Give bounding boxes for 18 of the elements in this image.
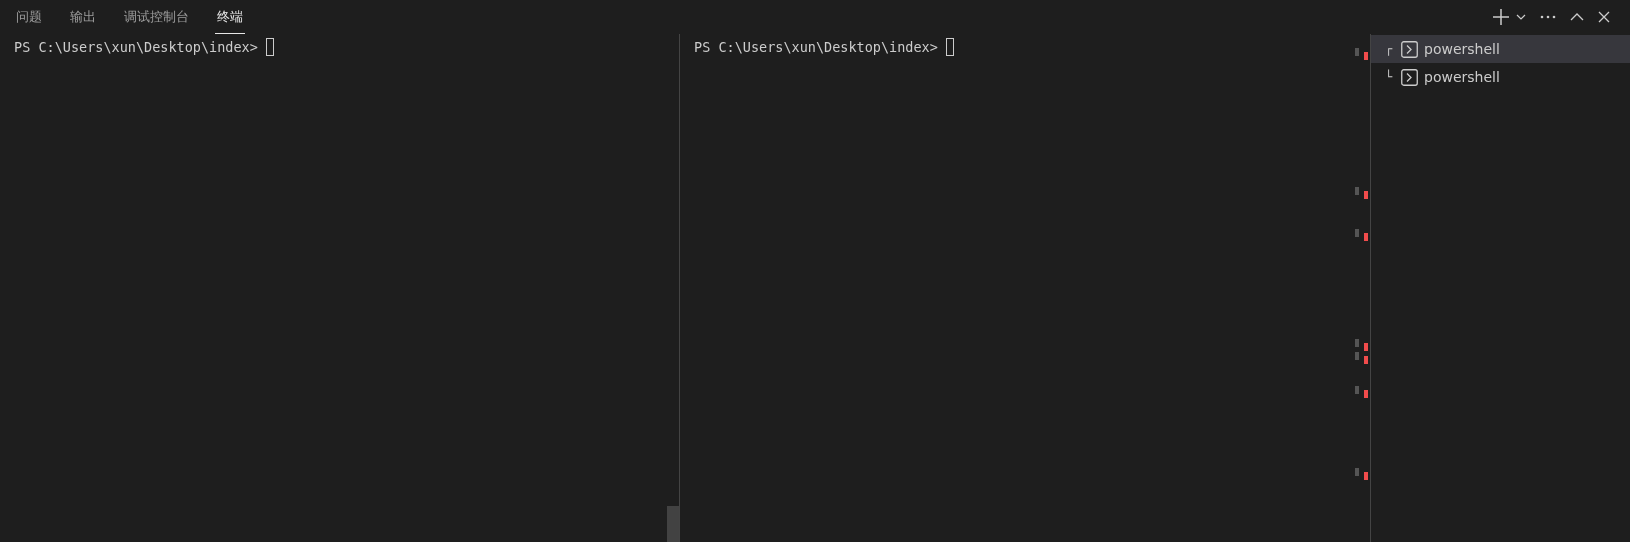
panel-tab[interactable]: 问题	[14, 0, 44, 34]
chevron-up-icon[interactable]	[1570, 13, 1584, 21]
plus-icon[interactable]	[1492, 8, 1510, 26]
panel-tab[interactable]: 输出	[68, 0, 98, 34]
terminal-prompt: PS C:\Users\xun\Desktop\index>	[694, 39, 938, 55]
panel-tab[interactable]: 终端	[215, 0, 245, 34]
text-cursor	[945, 38, 954, 56]
terminal-prompt: PS C:\Users\xun\Desktop\index>	[14, 39, 258, 55]
text-cursor	[265, 38, 274, 56]
close-icon[interactable]	[1598, 11, 1610, 23]
terminal-icon	[1401, 40, 1418, 58]
terminal-list-item[interactable]: ┌ powershell	[1371, 35, 1630, 63]
more-icon[interactable]	[1540, 15, 1556, 19]
chevron-down-icon[interactable]	[1516, 14, 1526, 20]
terminal-list-item[interactable]: └ powershell	[1371, 63, 1630, 91]
panel-tab[interactable]: 调试控制台	[122, 0, 191, 34]
terminal-icon	[1401, 68, 1418, 86]
scrollbar-thumb[interactable]	[667, 506, 679, 542]
